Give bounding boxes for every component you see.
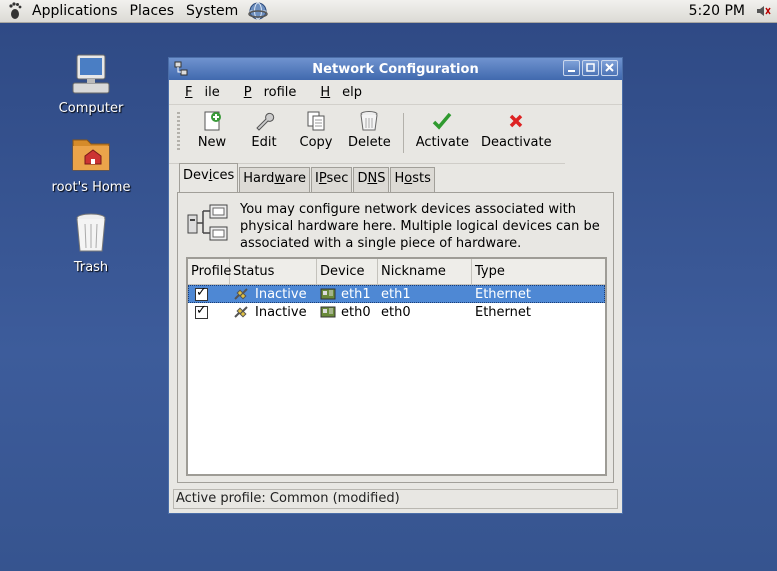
tab-hosts[interactable]: Hosts [390, 167, 435, 193]
toolbar: New Edit Copy Delete Activate Deactivate [169, 105, 565, 164]
tab-hardware[interactable]: Hardware [239, 167, 311, 193]
info-text: You may configure network devices associ… [240, 202, 600, 251]
info-section: You may configure network devices associ… [186, 201, 610, 252]
toolbar-separator [402, 113, 404, 153]
status-cell: Inactive [230, 287, 317, 302]
computer-desktop-icon[interactable]: Computer [41, 51, 141, 116]
unplugged-connector-icon [234, 288, 248, 300]
network-configuration-window: Network Configuration File Profile Help [168, 57, 623, 514]
desktop-icon-label: Computer [58, 101, 124, 116]
applications-menu[interactable]: Applications [26, 0, 124, 23]
computer-icon [72, 54, 110, 94]
nickname-cell: eth1 [381, 286, 411, 302]
home-folder-icon [72, 139, 110, 171]
toolbar-handle[interactable] [177, 112, 180, 152]
column-header-profile[interactable]: Profile [188, 259, 231, 284]
new-label: New [197, 135, 227, 150]
type-cell: Ethernet [475, 286, 531, 302]
column-header-status[interactable]: Status [230, 259, 317, 284]
delete-label: Delete [348, 135, 391, 150]
devices-tab-page: You may configure network devices associ… [177, 192, 614, 483]
minimize-button[interactable] [563, 60, 580, 76]
tab-devices[interactable]: Devices [179, 163, 239, 193]
network-devices-icon [187, 204, 228, 241]
tab-ipsec[interactable]: IPsec [311, 167, 353, 193]
status-text: Inactive [255, 286, 307, 302]
copy-icon [307, 111, 325, 131]
status-cell: Inactive [230, 305, 317, 320]
delete-button[interactable]: Delete [342, 109, 397, 150]
type-cell: Ethernet [475, 304, 531, 320]
device-list[interactable]: Profile Status Device Nickname Type Inac… [186, 257, 607, 476]
desktop-icon-label: Trash [73, 260, 109, 275]
network-card-icon [320, 288, 336, 300]
wrench-icon [256, 112, 275, 131]
column-header-device[interactable]: Device [317, 259, 378, 284]
window-title: Network Configuration [312, 61, 479, 77]
activate-label: Activate [415, 135, 469, 150]
edit-label: Edit [251, 135, 277, 150]
gnome-foot-icon[interactable] [6, 1, 24, 21]
copy-button[interactable]: Copy [290, 109, 342, 150]
list-header: Profile Status Device Nickname Type [188, 259, 605, 285]
device-text: eth1 [341, 286, 371, 302]
delete-trash-icon [360, 111, 378, 131]
profile-checkbox[interactable] [195, 303, 208, 319]
system-menu[interactable]: System [180, 0, 244, 23]
deactivate-button[interactable]: Deactivate [475, 109, 558, 150]
menu-file[interactable]: File [173, 85, 232, 100]
nickname-cell: eth0 [381, 304, 411, 320]
places-menu[interactable]: Places [124, 0, 181, 23]
tab-dns[interactable]: DNS [353, 167, 390, 193]
status-bar: Active profile: Common (modified) [173, 489, 618, 509]
status-text: Inactive [255, 304, 307, 320]
profile-cell [188, 285, 230, 301]
copy-label: Copy [299, 135, 333, 150]
activate-button[interactable]: Activate [410, 109, 475, 150]
column-header-type[interactable]: Type [472, 259, 605, 284]
home-desktop-icon[interactable]: root's Home [41, 130, 141, 195]
device-cell: eth0 [317, 305, 378, 320]
menu-help[interactable]: Help [308, 85, 374, 100]
menu-profile[interactable]: Profile [232, 85, 309, 100]
menu-bar: File Profile Help [169, 80, 622, 105]
device-cell: eth1 [317, 287, 378, 302]
checkmark-icon [433, 112, 452, 130]
network-card-icon [320, 306, 336, 318]
tab-bar: Devices Hardware IPsec DNS Hosts [179, 163, 436, 193]
list-rows: Inactive eth1 eth1 Ethernet Inactive eth0 eth0… [188, 285, 605, 321]
device-text: eth0 [341, 304, 371, 320]
window-titlebar[interactable]: Network Configuration [169, 58, 622, 80]
network-app-icon [174, 61, 188, 76]
maximize-button[interactable] [582, 60, 599, 76]
trash-icon [76, 213, 106, 252]
table-row[interactable]: Inactive eth0 eth0 Ethernet [188, 303, 605, 321]
table-row[interactable]: Inactive eth1 eth1 Ethernet [188, 285, 605, 303]
volume-icon[interactable] [755, 3, 771, 19]
edit-button[interactable]: Edit [238, 109, 290, 150]
close-button[interactable] [601, 60, 618, 76]
unplugged-connector-icon [234, 306, 248, 318]
top-panel: Applications Places System 5:20 PM [0, 0, 777, 23]
desktop-icon-label: root's Home [51, 180, 131, 195]
deactivate-label: Deactivate [481, 135, 552, 150]
x-mark-icon [510, 114, 523, 128]
trash-desktop-icon[interactable]: Trash [41, 210, 141, 275]
clock[interactable]: 5:20 PM [689, 3, 755, 19]
new-icon [204, 111, 221, 131]
profile-cell [188, 303, 230, 319]
profile-checkbox[interactable] [195, 285, 208, 301]
web-browser-icon[interactable] [248, 1, 269, 21]
column-header-nickname[interactable]: Nickname [378, 259, 472, 284]
new-button[interactable]: New [186, 109, 238, 150]
